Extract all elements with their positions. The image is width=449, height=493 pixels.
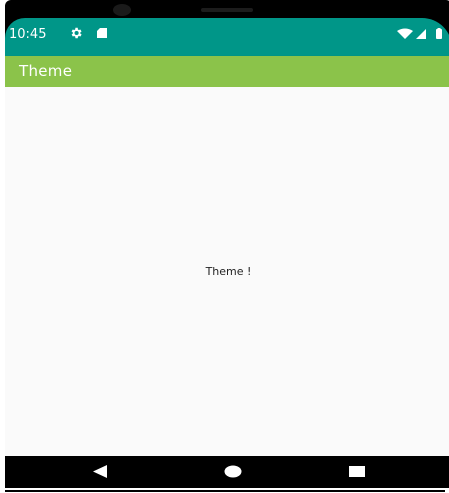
status-right-icons: [397, 28, 442, 39]
theme-text: Theme !: [205, 265, 252, 278]
gear-icon: [71, 27, 82, 39]
status-bar: 10:45: [5, 18, 449, 56]
front-camera: [113, 4, 131, 16]
bottom-divider: [5, 490, 445, 492]
sd-card-icon: [97, 28, 107, 38]
status-time: 10:45: [9, 27, 47, 42]
signal-icon: [416, 29, 426, 39]
home-icon[interactable]: [224, 465, 242, 478]
app-title: Theme: [19, 62, 73, 80]
phone-frame: 10:45 Theme Theme !: [5, 0, 449, 488]
wifi-icon: [397, 28, 413, 39]
app-bar: Theme: [5, 56, 449, 87]
back-icon[interactable]: [93, 465, 107, 478]
earpiece-speaker: [201, 8, 253, 12]
navigation-bar: [5, 456, 449, 488]
main-content: Theme !: [5, 87, 449, 456]
recents-icon[interactable]: [349, 465, 365, 478]
battery-icon: [436, 29, 442, 39]
